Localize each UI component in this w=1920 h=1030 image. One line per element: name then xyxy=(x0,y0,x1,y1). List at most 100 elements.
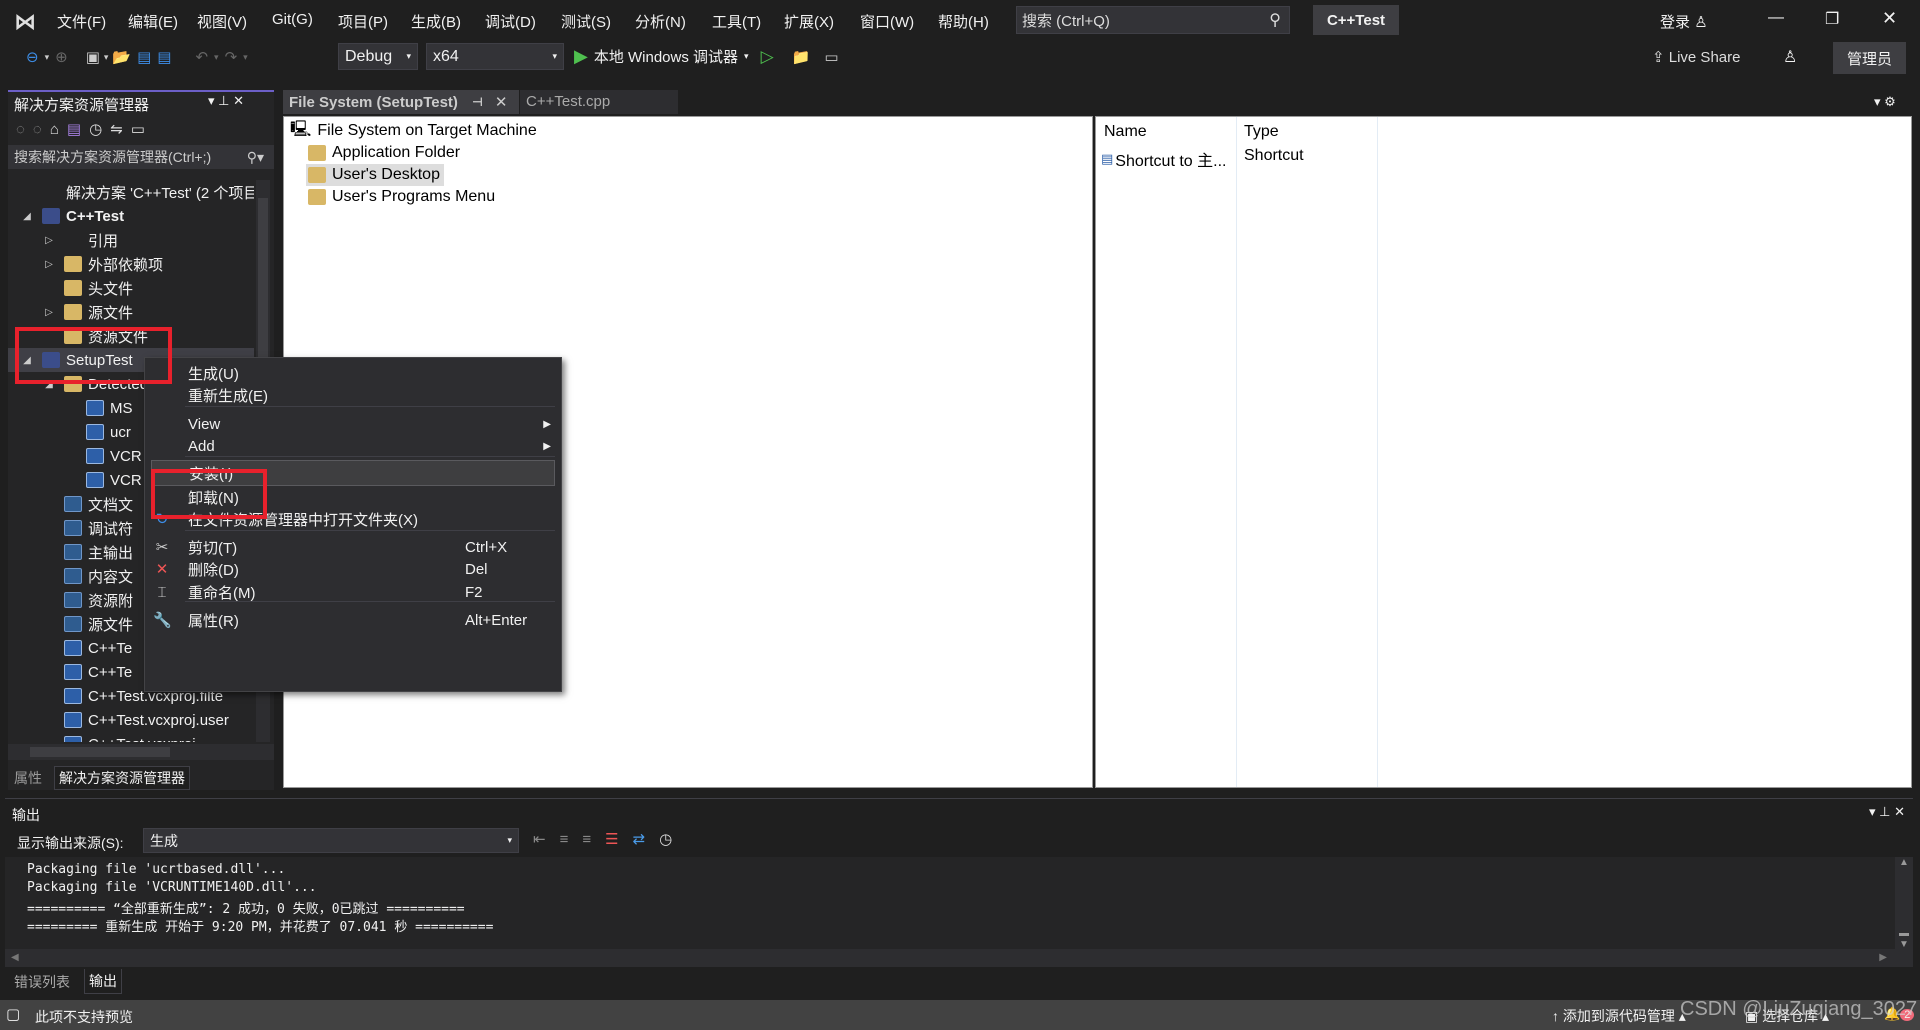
se-search-input[interactable]: 搜索解决方案资源管理器(Ctrl+;) ⚲▾ xyxy=(8,145,274,169)
login-button[interactable]: 登录 ♙ xyxy=(1660,11,1708,32)
menu-item[interactable]: 视图(V) xyxy=(197,11,247,32)
doc-tab-file-system[interactable]: File System (SetupTest) ⊣ ✕ xyxy=(283,90,519,114)
live-share-button[interactable]: ⇪ Live Share xyxy=(1652,48,1740,66)
panel-options[interactable]: ▾ ⊥ ✕ xyxy=(208,93,244,109)
tree-item[interactable]: 资源附 xyxy=(8,588,133,612)
se-tab-properties[interactable]: 属性 xyxy=(14,768,42,788)
pin-icon[interactable]: ⊣ xyxy=(472,95,483,109)
save-all-icon[interactable]: ▤ xyxy=(157,48,171,66)
expand-arrow-icon[interactable]: ▷ xyxy=(42,307,56,318)
search-box[interactable]: 搜索 (Ctrl+Q) ⚲ xyxy=(1016,6,1290,34)
close-tab-icon[interactable]: ✕ xyxy=(495,93,508,111)
tree-item[interactable]: C++Te xyxy=(8,660,132,684)
tree-horizontal-scrollbar[interactable] xyxy=(8,744,274,760)
expand-arrow-icon[interactable]: ◢ xyxy=(20,211,34,222)
tree-item[interactable]: C++Test.vcxproj xyxy=(8,732,196,742)
history-icon[interactable]: ◷ xyxy=(89,121,110,138)
menu-item[interactable]: 帮助(H) xyxy=(938,11,989,32)
close-button[interactable]: ✕ xyxy=(1882,8,1897,29)
tree-item[interactable]: ▷ 源文件 xyxy=(8,300,133,324)
open-icon[interactable]: 📂 xyxy=(112,48,131,66)
tree-item[interactable]: 文档文 xyxy=(8,492,133,516)
tree-item[interactable]: 主输出 xyxy=(8,540,133,564)
vs-switch-icon[interactable]: ▤ xyxy=(67,121,89,138)
tree-item[interactable]: ▷ 外部依赖项 xyxy=(8,252,163,276)
back-icon[interactable]: ⊖ xyxy=(26,48,39,66)
start-debug-button[interactable]: ▶ 本地 Windows 调试器 ▾ ▷ 📁 ▭ xyxy=(574,46,839,67)
context-menu-item[interactable]: 重新生成(E) xyxy=(145,382,561,408)
minimize-button[interactable]: — xyxy=(1768,9,1784,27)
col-header-type[interactable]: Type xyxy=(1244,123,1279,141)
output-source-dropdown[interactable]: 生成 ▾ xyxy=(143,828,519,853)
goto-icon[interactable]: ⇤ xyxy=(533,831,560,848)
fs-folder-programs[interactable]: User's Programs Menu xyxy=(308,186,495,208)
start-without-debug-icon[interactable]: ▷ xyxy=(761,47,774,67)
clock-icon[interactable]: ◷ xyxy=(659,831,686,848)
output-tab-output[interactable]: 输出 xyxy=(84,969,122,994)
expand-arrow-icon[interactable]: ▷ xyxy=(42,259,56,270)
context-menu-item[interactable]: Add ▶ xyxy=(145,433,561,459)
context-menu-item[interactable]: 🔧 属性(R) Alt+Enter xyxy=(145,607,561,633)
menu-item[interactable]: 项目(P) xyxy=(338,11,388,32)
back-icon[interactable]: ◌ xyxy=(16,121,33,138)
tree-item[interactable]: 源文件 xyxy=(8,612,133,636)
tree-item[interactable]: 解决方案 'C++Test' (2 个项目 xyxy=(8,180,254,204)
expand-arrow-icon[interactable]: ▷ xyxy=(42,235,56,246)
word-wrap-icon[interactable]: ⇄ xyxy=(633,831,660,848)
output-panel-options[interactable]: ▾ ⊥ ✕ xyxy=(1869,804,1905,820)
tree-item[interactable]: VCR xyxy=(8,468,142,492)
new-project-icon[interactable]: ▣ xyxy=(86,48,100,66)
prev-icon[interactable]: ≡ xyxy=(560,831,583,848)
tree-item[interactable]: C++Te xyxy=(8,636,132,660)
output-horizontal-scrollbar[interactable]: ◀ ▶ xyxy=(5,949,1895,967)
platform-dropdown[interactable]: x64 ▾ xyxy=(426,43,564,70)
redo-icon[interactable]: ↷ xyxy=(225,48,238,66)
sync-icon[interactable]: ⇋ xyxy=(110,121,131,138)
tree-item[interactable]: VCR xyxy=(8,444,142,468)
open-folder-icon[interactable]: 📁 xyxy=(792,48,811,66)
fs-folder-app[interactable]: Application Folder xyxy=(308,142,460,164)
tree-item[interactable]: ▷ 引用 xyxy=(8,228,118,252)
window-layout-icon[interactable]: ▭ xyxy=(824,48,838,66)
menu-item[interactable]: 文件(F) xyxy=(57,11,106,32)
next-icon[interactable]: ≡ xyxy=(582,831,605,848)
menu-item[interactable]: 调试(D) xyxy=(485,11,536,32)
tree-item[interactable]: 调试符 xyxy=(8,516,133,540)
forward-icon[interactable]: ◌ xyxy=(33,121,50,138)
context-menu-item[interactable]: ⌶ 重命名(M) F2 xyxy=(145,579,561,605)
menu-item[interactable]: Git(G) xyxy=(272,11,313,28)
restore-button[interactable]: ❐ xyxy=(1825,9,1839,29)
output-text-area[interactable]: Packaging file 'ucrtbased.dll'... Packag… xyxy=(5,857,1895,949)
list-item[interactable]: ▤ Shortcut to 主... xyxy=(1101,147,1226,171)
fs-folder-desktop[interactable]: User's Desktop xyxy=(306,164,444,186)
menu-item[interactable]: 扩展(X) xyxy=(784,11,834,32)
home-icon[interactable]: ⌂ xyxy=(50,121,67,138)
config-dropdown[interactable]: Debug ▾ xyxy=(338,43,418,70)
menu-item[interactable]: 生成(B) xyxy=(411,11,461,32)
clear-all-icon[interactable]: ☰ xyxy=(605,831,632,848)
output-tab-error-list[interactable]: 错误列表 xyxy=(14,972,70,992)
forward-icon[interactable]: ⊕ xyxy=(55,48,68,66)
output-vertical-scrollbar[interactable]: ▲ ▬ ▼ xyxy=(1895,857,1913,967)
menu-item[interactable]: 分析(N) xyxy=(635,11,686,32)
tree-item[interactable]: ucr xyxy=(8,420,131,444)
menu-item[interactable]: 测试(S) xyxy=(561,11,611,32)
col-header-name[interactable]: Name xyxy=(1104,123,1147,141)
tree-item[interactable]: C++Test.vcxproj.user xyxy=(8,708,229,732)
se-tab-solution-explorer[interactable]: 解决方案资源管理器 xyxy=(54,766,190,790)
menu-item[interactable]: 工具(T) xyxy=(712,11,761,32)
collapse-icon[interactable]: ▭ xyxy=(131,121,153,138)
save-icon[interactable]: ▤ xyxy=(137,48,151,66)
tree-item[interactable]: 头文件 xyxy=(8,276,133,300)
tab-overflow[interactable]: ▾ ⚙ xyxy=(1874,94,1896,110)
add-source-control-button[interactable]: ↑ 添加到源代码管理 ▴ xyxy=(1552,1006,1686,1026)
tree-item[interactable]: MS xyxy=(8,396,133,420)
menu-item[interactable]: 编辑(E) xyxy=(128,11,178,32)
doc-tab-cpp[interactable]: C++Test.cpp xyxy=(520,90,678,114)
menu-item[interactable]: 窗口(W) xyxy=(860,11,914,32)
tree-item[interactable]: ◢ C++Test xyxy=(8,204,124,228)
tree-item[interactable]: 内容文 xyxy=(8,564,133,588)
undo-icon[interactable]: ↶ xyxy=(195,48,208,66)
fs-root[interactable]: 🖳 File System on Target Machine xyxy=(290,120,537,142)
feedback-icon[interactable]: ♙ xyxy=(1783,47,1797,67)
